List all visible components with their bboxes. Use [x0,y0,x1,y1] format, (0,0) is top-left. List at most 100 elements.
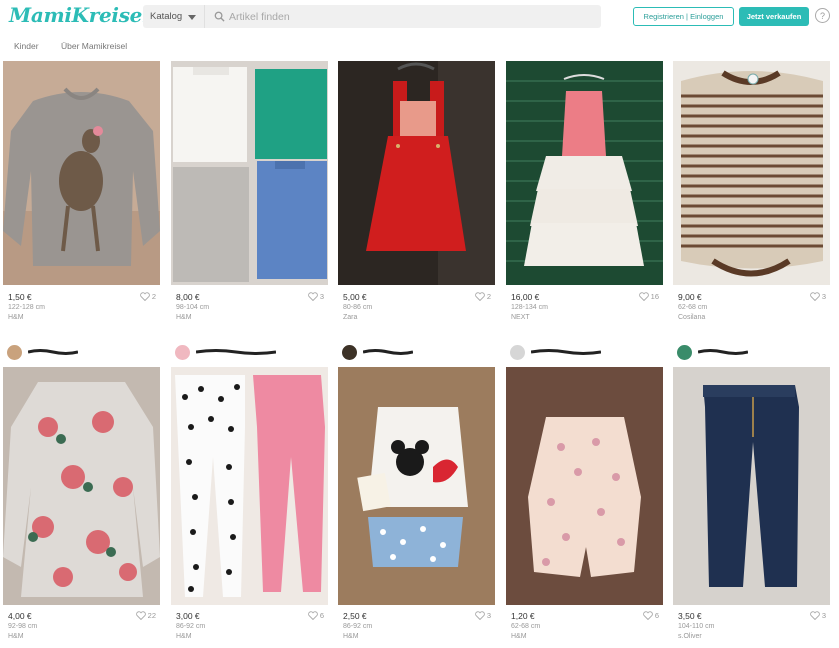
favourite-button[interactable]: 6 [307,611,324,620]
item-price: 1,50 € [8,292,32,302]
nav-item-kinder[interactable]: Kinder [14,41,39,51]
search-input[interactable] [229,5,589,28]
item-price: 8,00 € [176,292,200,302]
like-count: 3 [319,292,324,301]
item-price: 1,20 € [511,611,535,621]
item-size: 92-98 cm [8,623,38,630]
item-price: 3,00 € [176,611,200,621]
favourite-button[interactable]: 3 [809,611,826,620]
sell-now-button[interactable]: Jetzt verkaufen [739,7,809,26]
item-size: 62-68 cm [511,623,541,630]
seller-row[interactable] [171,345,328,361]
item-photo[interactable] [506,367,663,605]
heart-icon [638,292,649,301]
like-count: 2 [486,292,491,301]
like-count: 3 [821,611,826,620]
item-brand: H&M [8,633,24,640]
item-photo[interactable] [338,61,495,285]
item-card[interactable]: 1,20 € 62-68 cm H&M 6 [506,345,663,645]
item-brand: H&M [176,314,192,321]
catalog-dropdown[interactable]: Katalog [143,5,205,28]
item-brand: s.Oliver [678,633,702,640]
item-card[interactable]: 3,50 € 104-110 cm s.Oliver 3 [673,345,830,645]
favourite-button[interactable]: 3 [474,611,491,620]
item-photo[interactable] [338,367,495,605]
item-card[interactable]: 5,00 € 80-86 cm Zara 2 [338,61,495,331]
favourite-button[interactable]: 2 [139,292,156,301]
favourite-button[interactable]: 6 [642,611,659,620]
heart-icon [474,292,485,301]
item-price: 4,00 € [8,611,32,621]
item-size: 86-92 cm [176,623,206,630]
item-size: 80-86 cm [343,304,373,311]
search-bar: Katalog [143,5,601,28]
item-price: 3,50 € [678,611,702,621]
item-card[interactable]: 4,00 € 92-98 cm H&M 22 [3,345,160,645]
item-photo[interactable] [506,61,663,285]
item-card[interactable]: 8,00 € 98-104 cm H&M 3 [171,61,328,331]
item-size: 122-128 cm [8,304,45,311]
item-price: 5,00 € [343,292,367,302]
seller-row[interactable] [506,345,663,361]
item-photo[interactable] [3,367,160,605]
item-card[interactable]: 2,50 € 86-92 cm H&M 3 [338,345,495,645]
item-brand: Cosilana [678,314,706,321]
avatar[interactable] [510,345,525,360]
favourite-button[interactable]: 22 [135,611,156,620]
username-redacted [196,349,276,355]
username-redacted [28,349,78,355]
register-login-button[interactable]: Registrieren | Einloggen [633,7,734,26]
seller-row[interactable] [673,345,830,361]
item-size: 128-134 cm [511,304,548,311]
item-card[interactable]: 1,50 € 122-128 cm H&M 2 [3,61,160,331]
sub-navigation: Kinder Über Mamikreisel [0,34,839,58]
favourite-button[interactable]: 2 [474,292,491,301]
item-card[interactable]: 9,00 € 62-68 cm Cosilana 3 [673,61,830,331]
item-photo[interactable] [673,367,830,605]
username-redacted [698,349,748,355]
item-size: 98-104 cm [176,304,210,311]
item-photo[interactable] [171,61,328,285]
catalog-label: Katalog [150,11,183,22]
chevron-down-icon [188,15,197,20]
like-count: 6 [654,611,659,620]
item-photo[interactable] [171,367,328,605]
avatar[interactable] [677,345,692,360]
like-count: 3 [486,611,491,620]
help-icon[interactable]: ? [815,8,830,23]
favourite-button[interactable]: 16 [638,292,659,301]
favourite-button[interactable]: 3 [809,292,826,301]
item-card[interactable]: 16,00 € 128-134 cm NEXT 16 [506,61,663,331]
item-brand: H&M [8,314,24,321]
logo[interactable]: MamiKreisel [9,3,150,27]
avatar[interactable] [175,345,190,360]
item-size: 62-68 cm [678,304,708,311]
item-price: 2,50 € [343,611,367,621]
seller-row[interactable] [338,345,495,361]
item-photo[interactable] [3,61,160,285]
username-redacted [363,349,413,355]
like-count: 2 [151,292,156,301]
seller-row[interactable] [3,345,160,361]
heart-icon [809,292,820,301]
item-brand: Zara [343,314,358,321]
item-card[interactable]: 3,00 € 86-92 cm H&M 6 [171,345,328,645]
like-count: 22 [147,611,156,620]
item-size: 86-92 cm [343,623,373,630]
nav-item-about[interactable]: Über Mamikreisel [61,41,127,51]
favourite-button[interactable]: 3 [307,292,324,301]
item-brand: NEXT [511,314,530,321]
item-price: 16,00 € [511,292,540,302]
avatar[interactable] [342,345,357,360]
item-brand: H&M [176,633,192,640]
item-brand: H&M [511,633,527,640]
search-icon [214,11,225,22]
heart-icon [135,611,146,620]
like-count: 6 [319,611,324,620]
heart-icon [139,292,150,301]
heart-icon [642,611,653,620]
username-redacted [531,349,601,355]
avatar[interactable] [7,345,22,360]
item-price: 9,00 € [678,292,702,302]
item-photo[interactable] [673,61,830,285]
